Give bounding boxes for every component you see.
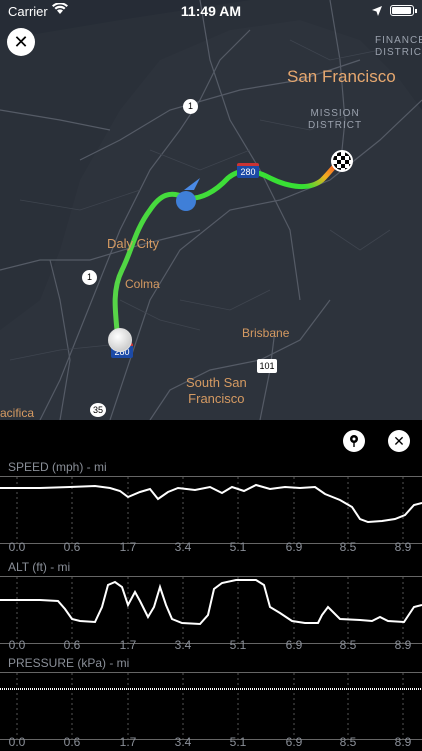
tick-label: 0.0	[8, 540, 26, 554]
speed-chart[interactable]	[0, 476, 422, 544]
map-canvas	[0, 0, 422, 420]
pressure-chart[interactable]	[0, 672, 422, 740]
tick-label: 1.7	[119, 735, 137, 749]
tick-label: 8.9	[394, 735, 412, 749]
tick-label: 3.4	[174, 638, 192, 652]
route-1-shield: 1	[82, 270, 97, 285]
close-map-button[interactable]: ✕	[7, 28, 35, 56]
label-financial-district: FINANCE DISTRICT	[375, 35, 422, 58]
speed-x-ticks: 0.0 0.6 1.7 3.4 5.1 6.9 8.5 8.9	[0, 540, 422, 556]
alt-chart[interactable]	[0, 576, 422, 644]
charts-panel: ✕ SPEED (mph) - mi 0.0 0.6 1.7 3.4 5.1 6…	[0, 420, 422, 750]
tick-label: 6.9	[285, 540, 303, 554]
route-map[interactable]: San Francisco FINANCE DISTRICT MISSION D…	[0, 0, 422, 420]
battery-icon	[390, 5, 417, 16]
tick-label: 6.9	[285, 735, 303, 749]
pressure-chart-title: PRESSURE (kPa) - mi	[8, 656, 130, 670]
tick-label: 1.7	[119, 540, 137, 554]
tick-label: 0.6	[63, 735, 81, 749]
tick-label: 0.0	[8, 735, 26, 749]
tick-label: 8.9	[394, 638, 412, 652]
speed-chart-title: SPEED (mph) - mi	[8, 460, 107, 474]
interstate-280-shield: 280	[237, 163, 259, 178]
finish-flag-marker[interactable]	[331, 150, 353, 172]
tick-label: 8.5	[339, 540, 357, 554]
label-pacifica: acifica	[0, 406, 35, 420]
tick-label: 3.4	[174, 540, 192, 554]
label-colma: Colma	[125, 277, 160, 291]
label-brisbane: Brisbane	[242, 326, 290, 340]
tick-label: 1.7	[119, 638, 137, 652]
tick-label: 8.5	[339, 735, 357, 749]
pressure-x-ticks: 0.0 0.6 1.7 3.4 5.1 6.9 8.5 8.9	[0, 735, 422, 751]
alt-x-ticks: 0.0 0.6 1.7 3.4 5.1 6.9 8.5 8.9	[0, 638, 422, 654]
tick-label: 8.5	[339, 638, 357, 652]
label-daly-city: Daly City	[107, 236, 160, 251]
current-position-marker[interactable]	[176, 191, 196, 211]
tick-label: 6.9	[285, 638, 303, 652]
tick-label: 0.6	[63, 638, 81, 652]
tick-label: 5.1	[229, 735, 247, 749]
location-arrow-icon	[372, 4, 382, 19]
route-35-shield: 35	[90, 403, 106, 417]
tick-label: 3.4	[174, 735, 192, 749]
map-pin-icon	[350, 435, 358, 447]
speed-chart-plot	[0, 477, 422, 543]
tick-label: 8.9	[394, 540, 412, 554]
label-san-francisco: San Francisco	[287, 67, 396, 86]
heading-arrow-icon	[184, 178, 200, 190]
tick-label: 5.1	[229, 540, 247, 554]
status-bar: Carrier 11:49 AM	[0, 0, 422, 22]
alt-chart-title: ALT (ft) - mi	[8, 560, 71, 574]
route-1-shield: 1	[183, 99, 198, 114]
tick-label: 0.0	[8, 638, 26, 652]
tick-label: 0.6	[63, 540, 81, 554]
status-time: 11:49 AM	[180, 3, 242, 19]
label-south-san-francisco: South San Francisco	[186, 375, 247, 406]
alt-chart-plot	[0, 577, 422, 643]
label-mission-district: MISSION DISTRICT	[308, 108, 363, 131]
tick-label: 5.1	[229, 638, 247, 652]
start-marker[interactable]	[108, 328, 132, 352]
pin-button[interactable]	[343, 430, 365, 452]
close-charts-button[interactable]: ✕	[388, 430, 410, 452]
us-101-shield: 101	[257, 359, 277, 373]
pressure-chart-plot	[0, 673, 422, 739]
